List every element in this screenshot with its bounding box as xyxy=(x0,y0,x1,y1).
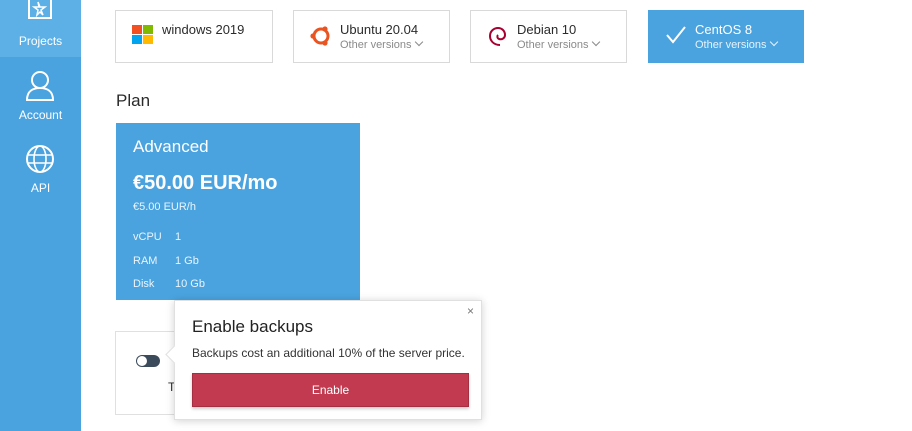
sidebar-item-label: API xyxy=(30,181,51,195)
other-versions-dropdown[interactable]: Other versions xyxy=(517,37,600,51)
debian-logo-icon xyxy=(487,25,509,54)
plan-spec-ram: RAM 1 Gb xyxy=(133,255,199,267)
api-icon xyxy=(23,145,57,178)
sidebar-item-projects[interactable]: Projects xyxy=(0,0,81,57)
windows-logo-icon xyxy=(132,25,154,50)
other-versions-dropdown[interactable]: Other versions xyxy=(340,37,423,51)
chevron-down-icon xyxy=(769,37,778,47)
plan-price: €50.00 EUR/mo xyxy=(133,172,278,194)
check-icon xyxy=(665,25,687,50)
os-option-centos[interactable]: CentOS 8 Other versions xyxy=(648,10,804,63)
sidebar-item-account[interactable]: Account xyxy=(0,68,81,128)
projects-icon xyxy=(24,0,56,29)
os-name: windows 2019 xyxy=(162,22,245,37)
chevron-down-icon xyxy=(414,37,423,47)
enable-backups-popover: × Enable backups Backups cost an additio… xyxy=(165,300,482,420)
plan-spec-disk: Disk 10 Gb xyxy=(133,278,205,290)
os-option-debian[interactable]: Debian 10 Other versions xyxy=(470,10,627,63)
close-icon[interactable]: × xyxy=(467,305,474,317)
toggle-knob xyxy=(137,356,147,366)
plan-hourly-price: €5.00 EUR/h xyxy=(133,201,196,213)
sidebar-item-api[interactable]: API xyxy=(0,143,81,203)
sidebar-item-label: Account xyxy=(18,108,63,122)
plan-card-advanced[interactable]: Advanced €50.00 EUR/mo €5.00 EUR/h vCPU 1… xyxy=(116,123,360,300)
account-icon xyxy=(23,70,57,105)
popover-title: Enable backups xyxy=(192,317,313,336)
os-name: Debian 10 xyxy=(517,22,577,37)
plan-name: Advanced xyxy=(133,137,209,156)
plan-section-title: Plan xyxy=(116,91,151,110)
backups-toggle[interactable] xyxy=(136,355,160,367)
os-name: CentOS 8 xyxy=(695,22,753,37)
sidebar: Projects Account API xyxy=(0,0,81,431)
other-versions-dropdown[interactable]: Other versions xyxy=(695,37,778,51)
popover-description: Backups cost an additional 10% of the se… xyxy=(192,346,465,360)
os-name: Ubuntu 20.04 xyxy=(340,22,419,37)
sidebar-item-label: Projects xyxy=(18,34,63,48)
chevron-down-icon xyxy=(591,37,600,47)
os-option-ubuntu[interactable]: Ubuntu 20.04 Other versions xyxy=(293,10,450,63)
os-option-windows[interactable]: windows 2019 xyxy=(115,10,273,63)
plan-spec-vcpu: vCPU 1 xyxy=(133,231,182,243)
enable-backups-button[interactable]: Enable xyxy=(192,373,469,407)
ubuntu-logo-icon xyxy=(310,25,332,52)
